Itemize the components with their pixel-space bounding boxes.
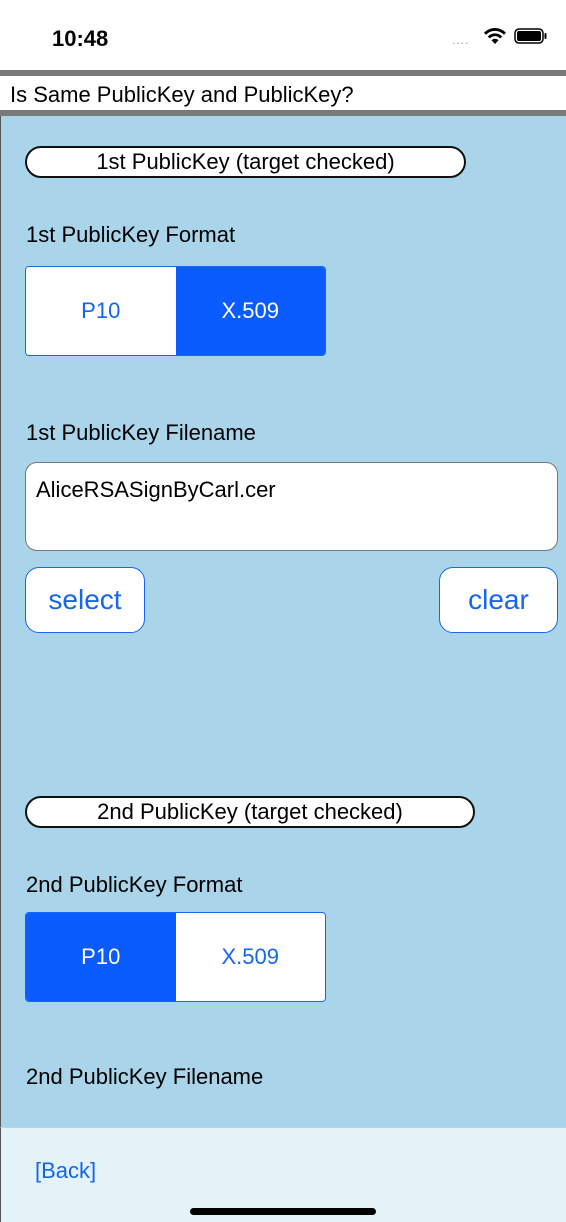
second-format-option-x509[interactable]: X.509 <box>175 913 325 1001</box>
second-key-format-label: 2nd PublicKey Format <box>26 872 243 897</box>
first-key-format-label: 1st PublicKey Format <box>26 222 236 247</box>
status-bar: 10:48 .... <box>0 0 566 70</box>
second-key-format-control[interactable]: P10 X.509 <box>25 912 326 1002</box>
first-key-filename-field[interactable]: AliceRSASignByCarl.cer <box>25 462 558 551</box>
second-key-section-label: 2nd PublicKey (target checked) <box>25 796 475 828</box>
battery-icon <box>514 28 547 44</box>
wifi-icon <box>484 28 506 44</box>
back-link[interactable]: [Back] <box>35 1158 96 1184</box>
home-indicator[interactable] <box>190 1208 376 1215</box>
clear-button[interactable]: clear <box>439 567 558 633</box>
content-area[interactable]: 1st PublicKey (target checked) 1st Publi… <box>0 116 566 1127</box>
second-key-filename-label: 2nd PublicKey Filename <box>26 1064 264 1089</box>
first-format-option-p10[interactable]: P10 <box>26 267 176 355</box>
page-title: Is Same PublicKey and PublicKey? <box>10 82 354 107</box>
status-time: 10:48 <box>52 26 109 51</box>
first-key-format-control[interactable]: P10 X.509 <box>25 266 326 356</box>
cellular-signal-icon: .... <box>452 33 470 47</box>
first-key-filename-label: 1st PublicKey Filename <box>26 420 256 445</box>
title-bar: Is Same PublicKey and PublicKey? <box>0 70 566 116</box>
select-button[interactable]: select <box>25 567 145 633</box>
second-format-option-p10[interactable]: P10 <box>26 913 176 1001</box>
first-key-section-label: 1st PublicKey (target checked) <box>25 146 466 178</box>
first-format-option-x509[interactable]: X.509 <box>175 267 325 355</box>
